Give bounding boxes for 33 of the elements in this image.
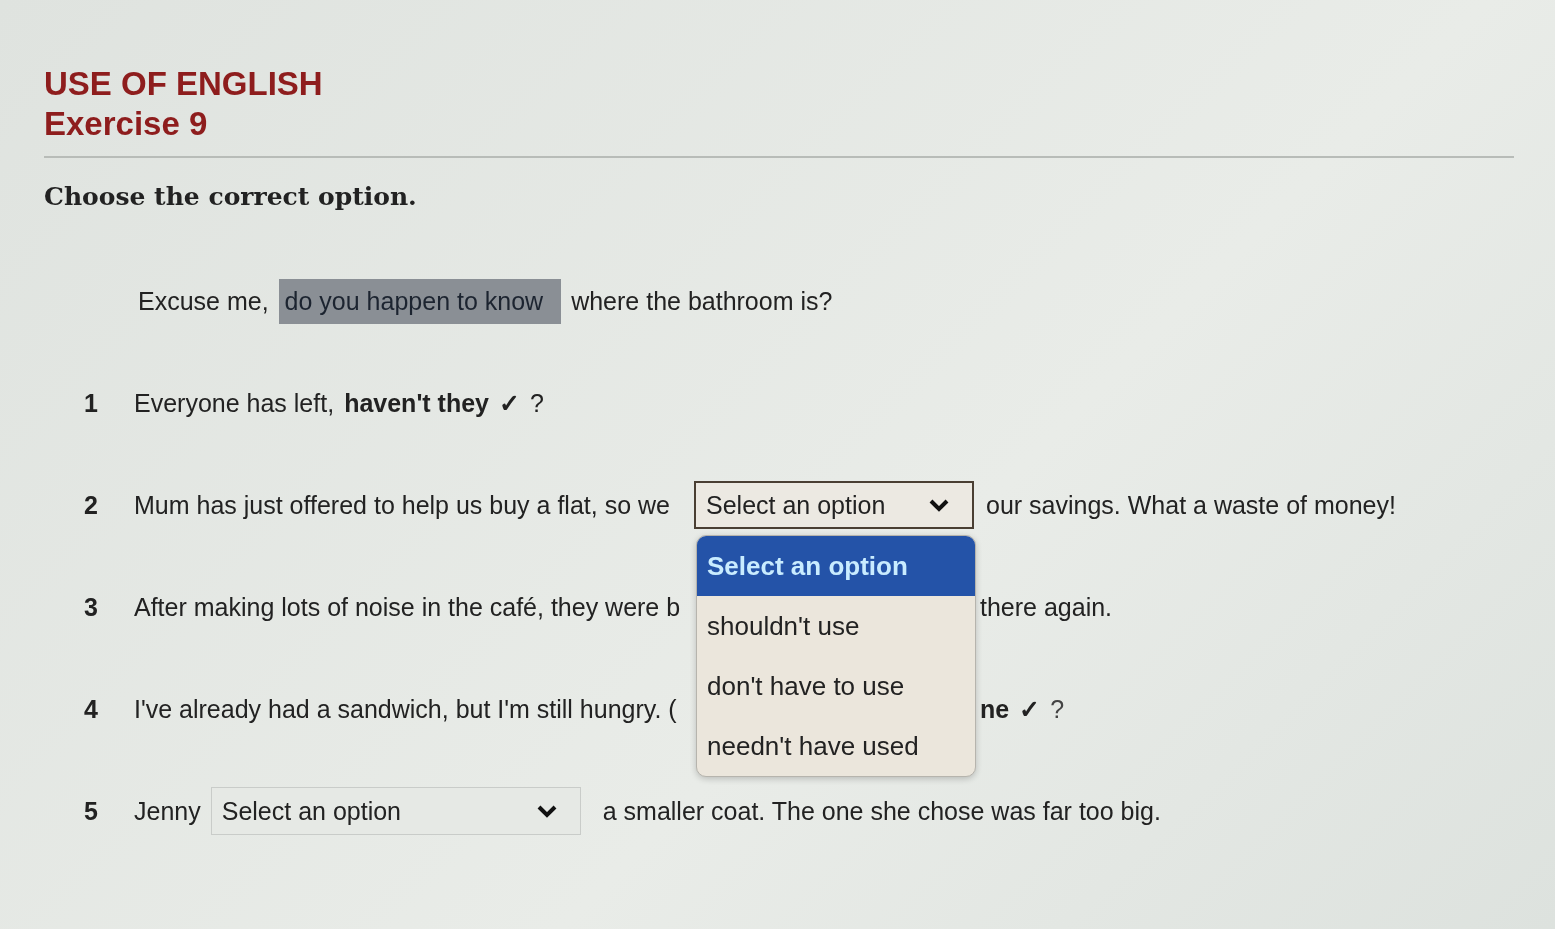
option-select[interactable]: Select an option [210, 787, 581, 835]
dropdown-option[interactable]: needn't have used [697, 716, 975, 776]
item-number: 2 [84, 490, 99, 520]
sentence-text: there again. [980, 592, 1113, 622]
item-number: 1 [84, 388, 99, 418]
sentence-text: where the bathroom is? [571, 286, 833, 316]
sentence-text: Jenny [134, 796, 201, 826]
correct-mark: ✓ [1019, 694, 1041, 724]
dropdown-option[interactable]: don't have to use [697, 656, 975, 716]
item-number: 3 [84, 592, 99, 622]
sentence-text: ? [1050, 694, 1065, 724]
sentence-text: a smaller coat. The one she chose was far too big. [601, 796, 1161, 826]
sentence-text: Mum has just offered to help us buy a flat, so we [134, 490, 671, 520]
sentence-text: our savings. What a waste of money! [985, 490, 1397, 520]
chevron-icon [928, 498, 950, 512]
sentence-text: Everyone has left, [134, 388, 335, 418]
dropdown-option[interactable]: shouldn't use [697, 596, 975, 656]
exercise-title: Exercise 9 [44, 104, 209, 144]
chevron-icon [535, 804, 558, 818]
correct-mark: ✓ [499, 388, 520, 418]
section-title: USE OF ENGLISH [44, 64, 324, 104]
item-number: 5 [84, 796, 99, 826]
sentence-text: Excuse me, [138, 286, 269, 316]
sentence-text: I've already had a sandwich, but I'm still hungry. ( [134, 694, 678, 724]
dropdown-option[interactable]: Select an option [697, 536, 975, 596]
sentence-text: ? [530, 388, 544, 418]
instruction-text: Choose the correct option. [44, 182, 418, 211]
answer-text: haven't they [344, 388, 489, 418]
sentence-text: After making lots of noise in the café, they were b [134, 592, 682, 622]
answer-text: ne [980, 694, 1010, 724]
item-number: 4 [84, 694, 99, 724]
example-answer: do you happen to know [278, 278, 562, 324]
option-select[interactable]: Select an option [694, 481, 974, 529]
